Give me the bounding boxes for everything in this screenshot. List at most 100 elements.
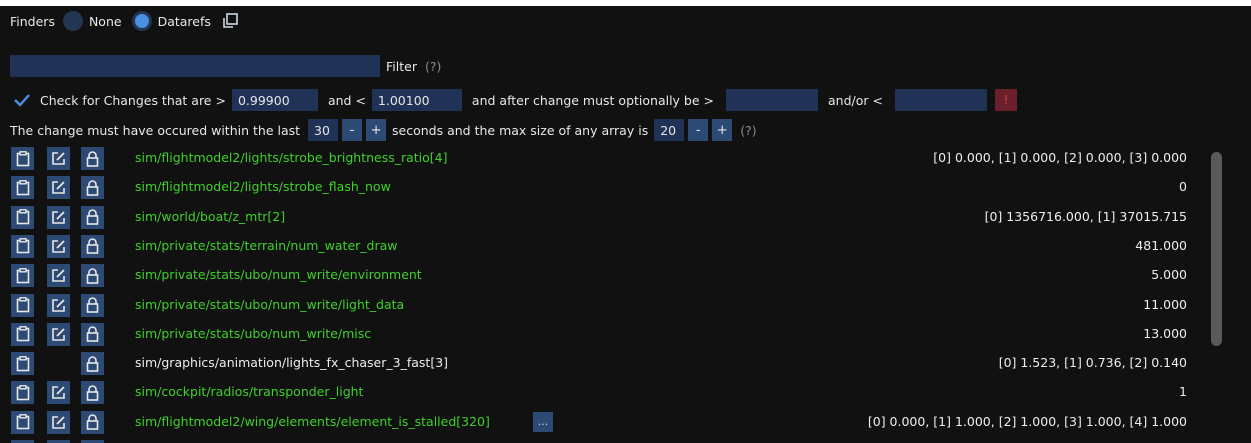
lock-icon xyxy=(86,238,99,255)
dataref-path[interactable]: sim/graphics/animation/lights_fx_chaser_… xyxy=(135,355,448,370)
dataref-path[interactable]: sim/private/stats/ubo/num_write/misc xyxy=(135,326,371,341)
dataref-value: 1 xyxy=(1179,384,1187,400)
edit-icon xyxy=(52,210,65,224)
copy-button[interactable] xyxy=(11,264,34,288)
seconds-plus-button[interactable]: + xyxy=(366,119,387,141)
check-changes-checkbox[interactable] xyxy=(12,90,32,110)
dataref-row: sim/private/stats/ubo/num_write/light_da… xyxy=(0,292,1200,318)
dataref-row: sim/private/stats/ubo/num_write/misc 13.0… xyxy=(0,321,1200,347)
radio-datarefs[interactable] xyxy=(131,11,152,31)
lock-button[interactable] xyxy=(81,205,104,229)
copy-button[interactable] xyxy=(11,410,34,434)
edit-button[interactable] xyxy=(47,322,70,346)
array-minus-button[interactable]: - xyxy=(688,119,709,141)
dataref-value: [0] 0.000, [1] 0.000, [2] 0.000, [3] 0.0… xyxy=(933,150,1187,165)
timing-help[interactable]: (?) xyxy=(740,123,756,138)
dataref-path[interactable]: sim/private/stats/ubo/num_write/light_da… xyxy=(135,297,404,312)
lock-button[interactable] xyxy=(81,293,104,317)
edit-icon xyxy=(52,415,65,429)
dataref-value: [0] 1.523, [1] 0.736, [2] 0.140 xyxy=(998,355,1187,371)
edit-icon xyxy=(52,181,65,195)
dataref-value: 0 xyxy=(1179,179,1187,195)
lock-button[interactable] xyxy=(81,147,104,170)
dataref-path[interactable]: sim/private/stats/ubo/num_write/environm… xyxy=(135,267,422,282)
filter-input[interactable] xyxy=(10,55,380,77)
copy-button[interactable] xyxy=(11,147,34,170)
dataref-path[interactable]: sim/flightmodel2/wing/elements/element_i… xyxy=(135,414,490,429)
clipboard-icon xyxy=(16,150,29,166)
seconds-minus-button[interactable]: - xyxy=(342,119,363,141)
edit-button[interactable] xyxy=(47,293,70,317)
edit-button[interactable] xyxy=(47,381,70,405)
copy-button[interactable] xyxy=(11,381,34,405)
array-plus-button[interactable]: + xyxy=(712,119,733,141)
lock-button[interactable] xyxy=(81,234,104,258)
dataref-row: sim/flightmodel2/lights/strobe_flash_now… xyxy=(0,174,1200,200)
edit-icon xyxy=(52,386,65,400)
lock-icon xyxy=(86,297,99,313)
lock-button[interactable] xyxy=(81,352,104,376)
clipboard-icon xyxy=(16,179,29,196)
lock-icon xyxy=(86,150,99,167)
edit-icon xyxy=(52,269,65,282)
edit-icon xyxy=(52,298,65,312)
edit-button[interactable] xyxy=(47,264,70,288)
array-size-input[interactable]: 20 xyxy=(654,119,685,141)
min-change-input[interactable]: 0.99900 xyxy=(231,89,318,111)
dataref-path[interactable]: sim/flightmodel2/lights/strobe_brightnes… xyxy=(135,150,448,165)
copy-button[interactable] xyxy=(11,352,34,376)
clipboard-icon xyxy=(16,326,29,342)
copy-window-button[interactable] xyxy=(219,10,241,32)
dataref-path[interactable]: sim/flightmodel2/lights/strobe_flash_now xyxy=(135,179,391,194)
edit-button[interactable] xyxy=(47,176,70,200)
copy-button[interactable] xyxy=(11,176,34,200)
dataref-value: 13.000 xyxy=(1143,325,1187,341)
lock-button[interactable] xyxy=(81,176,104,200)
dataref-row: sim/private/stats/terrain/num_water_draw… xyxy=(0,233,1200,259)
clipboard-icon xyxy=(16,414,29,430)
after-change-input[interactable] xyxy=(726,89,818,111)
radio-datarefs-label[interactable]: Datarefs xyxy=(158,14,211,29)
dataref-row: sim/graphics/animation/lights_fx_chaser_… xyxy=(0,350,1200,376)
lock-button[interactable] xyxy=(81,264,104,288)
clipboard-icon xyxy=(16,355,29,371)
expand-array-button[interactable]: ... xyxy=(533,411,553,432)
copy-button[interactable] xyxy=(11,322,34,346)
andor-input[interactable] xyxy=(894,89,987,111)
edit-button[interactable] xyxy=(47,410,70,434)
lock-button[interactable] xyxy=(81,322,104,346)
dataref-path[interactable]: sim/world/boat/z_mtr[2] xyxy=(135,209,285,224)
finders-label: Finders xyxy=(10,13,55,29)
edit-button[interactable] xyxy=(47,147,70,170)
max-change-input[interactable]: 1.00100 xyxy=(371,89,462,111)
dataref-row: sim/world/boat/z_mtr[2] [0] 1356716.000, … xyxy=(0,204,1200,230)
lock-button[interactable] xyxy=(81,381,104,405)
dataref-path[interactable]: sim/private/stats/terrain/num_water_draw xyxy=(135,238,398,253)
after-change-label: and after change must optionally be > xyxy=(471,92,714,108)
edit-button[interactable] xyxy=(47,205,70,229)
filter-label: Filter xyxy=(386,58,417,74)
copy-button[interactable] xyxy=(11,205,34,229)
and-lt-label: and < xyxy=(327,92,366,108)
checkmark-icon xyxy=(14,94,30,107)
radio-none-label[interactable]: None xyxy=(89,14,122,29)
radio-none[interactable] xyxy=(62,11,83,31)
dataref-path[interactable]: sim/cockpit/radios/transponder_light xyxy=(135,384,363,399)
copy-window-icon xyxy=(223,13,238,28)
lock-button[interactable] xyxy=(81,410,104,434)
edit-button[interactable] xyxy=(47,234,70,258)
timing-prefix: The change must have occured within the … xyxy=(10,122,301,138)
filter-help[interactable]: (?) xyxy=(425,59,441,74)
copy-button[interactable] xyxy=(11,234,34,258)
dataref-row: sim/cockpit/radios/transponder_light 1 xyxy=(0,379,1200,405)
edit-icon xyxy=(52,327,65,341)
list-scrollbar[interactable] xyxy=(1211,152,1222,346)
lock-icon xyxy=(86,267,99,284)
seconds-input[interactable]: 30 xyxy=(308,119,339,141)
finders-row: Finders None Datarefs xyxy=(10,9,241,33)
copy-button[interactable] xyxy=(11,293,34,317)
timing-row: The change must have occured within the … xyxy=(10,118,757,142)
warning-indicator: ! xyxy=(994,89,1017,111)
lock-icon xyxy=(86,355,99,372)
dataref-value: [0] 1356716.000, [1] 37015.715 xyxy=(984,208,1187,224)
